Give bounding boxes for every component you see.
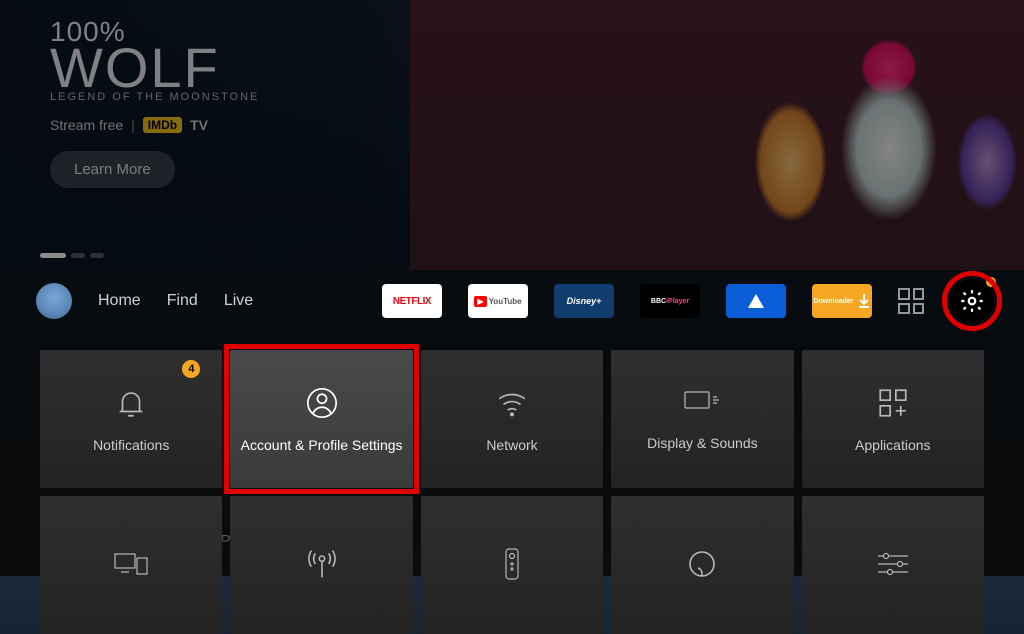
bell-icon (114, 386, 148, 423)
display-icon (683, 388, 721, 421)
app-netflix[interactable]: NETFLIX (382, 284, 442, 318)
app-paramount[interactable] (726, 284, 786, 318)
hero-artwork (410, 0, 1024, 270)
tile-row2-3[interactable] (421, 496, 603, 634)
carousel-indicator[interactable] (40, 253, 104, 258)
tile-account-profile[interactable]: Account & Profile Settings (230, 350, 412, 488)
remote-icon (502, 547, 522, 584)
apps-icon (876, 386, 910, 423)
user-icon (305, 386, 339, 423)
app-disney[interactable]: Disney+ (554, 284, 614, 318)
tile-label: Display & Sounds (647, 435, 758, 451)
tile-label: Account & Profile Settings (241, 437, 403, 453)
tile-applications[interactable]: Applications (802, 350, 984, 488)
gear-icon (959, 288, 985, 314)
notifications-count-badge: 4 (182, 360, 200, 378)
learn-more-button[interactable]: Learn More (50, 151, 175, 188)
tile-row2-2[interactable] (230, 496, 412, 634)
settings-grid: 4 Notifications Account & Profile Settin… (0, 332, 1024, 634)
wifi-icon (495, 386, 529, 423)
hero-stream-line: Stream free | IMDbTV (50, 117, 259, 133)
settings-notification-dot (986, 277, 996, 287)
nav-home[interactable]: Home (98, 292, 141, 310)
tile-label: Notifications (93, 437, 169, 453)
settings-gear-button[interactable] (950, 279, 994, 323)
tile-network[interactable]: Network (421, 350, 603, 488)
tile-label: Network (486, 437, 537, 453)
hero-title-logo: 100% WOLF LEGEND OF THE MOONSTONE (50, 20, 259, 103)
antenna-icon (306, 548, 338, 583)
tile-row2-5[interactable] (802, 496, 984, 634)
apps-grid-icon[interactable] (898, 288, 924, 314)
tile-row2-4[interactable] (611, 496, 793, 634)
tile-notifications[interactable]: 4 Notifications (40, 350, 222, 488)
app-downloader[interactable]: Downloader (812, 284, 872, 318)
top-nav: Home Find Live NETFLIX ▶YouTube Disney+ … (0, 270, 1024, 332)
profile-avatar[interactable] (36, 283, 72, 319)
tile-label: Applications (855, 437, 931, 453)
nav-live[interactable]: Live (224, 292, 253, 310)
app-bbc-iplayer[interactable]: BBCiPlayer (640, 284, 700, 318)
alexa-icon (686, 548, 718, 583)
tile-display-sounds[interactable]: Display & Sounds (611, 350, 793, 488)
imdb-badge: IMDb (143, 117, 182, 133)
nav-find[interactable]: Find (167, 292, 198, 310)
hero-banner[interactable]: 100% WOLF LEGEND OF THE MOONSTONE Stream… (0, 0, 1024, 270)
tile-row2-1[interactable] (40, 496, 222, 634)
app-youtube[interactable]: ▶YouTube (468, 284, 528, 318)
